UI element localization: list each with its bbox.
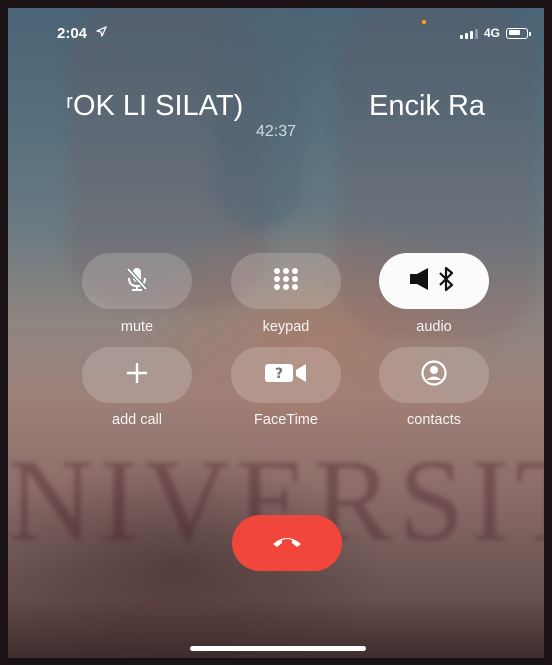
end-call-icon	[271, 534, 303, 553]
time-text: 2:04	[57, 25, 88, 42]
call-duration: 42:37	[255, 123, 297, 140]
caller-name-part2: Encik Ra	[369, 90, 486, 122]
facetime-label: FaceTime	[254, 412, 318, 428]
signal-icon	[459, 28, 478, 39]
keypad-label: keypad	[262, 319, 310, 335]
battery-level	[508, 30, 520, 35]
contacts-button[interactable]	[379, 347, 489, 403]
mute-button[interactable]	[82, 253, 192, 309]
audio-label: audio	[416, 319, 452, 335]
facetime-icon: ?	[263, 361, 309, 390]
contacts-label: contacts	[407, 412, 461, 428]
audio-button[interactable]	[379, 253, 489, 309]
phone-frame: NIVERSIT 2:04 4G ʳOK LI SILAT) Encik Ra …	[0, 0, 552, 665]
keypad-button[interactable]	[231, 253, 341, 309]
add-call-button[interactable]	[82, 347, 192, 403]
svg-text:?: ?	[275, 366, 283, 382]
mic-off-icon	[123, 265, 151, 298]
keypad-icon	[271, 266, 301, 297]
battery-icon	[506, 27, 531, 39]
plus-icon	[124, 360, 150, 391]
contact-icon	[420, 359, 448, 392]
home-indicator[interactable]	[190, 646, 366, 651]
speaker-bluetooth-icon	[408, 266, 460, 297]
status-time: 2:04	[57, 25, 107, 42]
recording-indicator-dot	[422, 20, 426, 24]
add-call-label: add call	[112, 412, 162, 428]
end-call-button[interactable]	[232, 515, 342, 571]
network-type: 4G	[483, 26, 500, 40]
location-arrow-icon	[96, 26, 107, 40]
status-indicators: 4G	[459, 26, 531, 40]
mute-label: mute	[120, 319, 154, 335]
caller-name-part1: ʳOK LI SILAT)	[66, 90, 244, 122]
facetime-button[interactable]: ?	[231, 347, 341, 403]
call-screen: NIVERSIT 2:04 4G ʳOK LI SILAT) Encik Ra …	[8, 8, 544, 658]
